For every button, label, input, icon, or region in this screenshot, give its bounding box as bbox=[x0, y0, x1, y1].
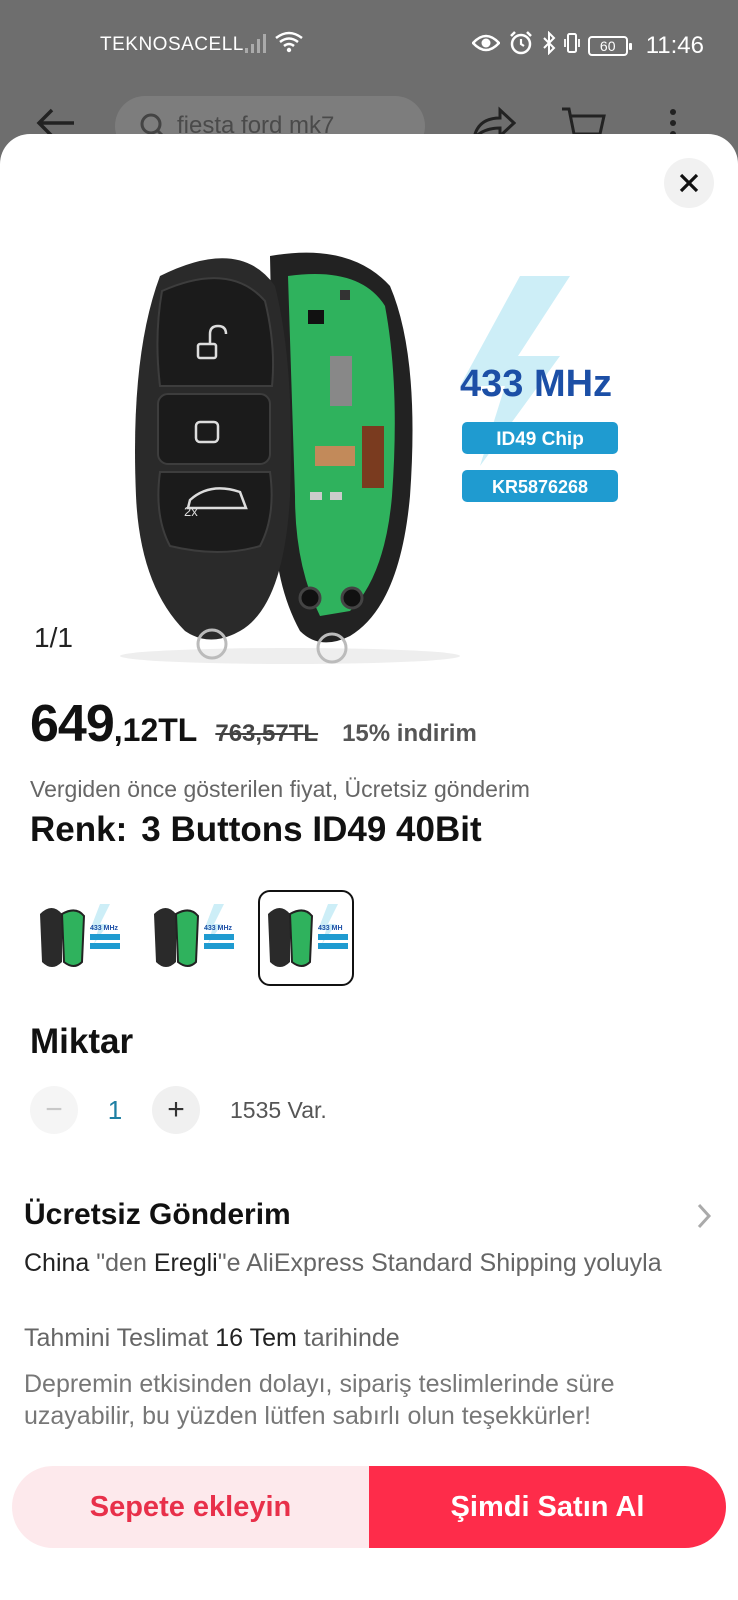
tax-note: Vergiden önce gösterilen fiyat, Ücretsiz… bbox=[30, 776, 530, 802]
battery-indicator: 60 bbox=[587, 36, 632, 56]
status-bar: TEKNOSACELL 60 11:46 bbox=[0, 0, 738, 92]
discount-badge: 15% indirim bbox=[342, 720, 477, 747]
eye-icon bbox=[471, 33, 501, 59]
clock: 11:46 bbox=[645, 32, 704, 59]
quantity-title: Miktar bbox=[30, 1022, 134, 1061]
price-decimal: ,12TL bbox=[113, 712, 198, 748]
close-icon bbox=[679, 173, 699, 193]
image-counter: 1/1 bbox=[34, 622, 73, 653]
action-bar: Sepete ekleyin Şimdi Satın Al bbox=[12, 1466, 726, 1548]
eta-date: 16 Tem bbox=[215, 1324, 297, 1352]
price-integer: 649 bbox=[30, 695, 115, 753]
signal-icon bbox=[244, 32, 270, 60]
wifi-icon bbox=[274, 30, 304, 60]
svg-text:433 MHz: 433 MHz bbox=[204, 925, 233, 932]
chevron-right-icon[interactable] bbox=[696, 1202, 712, 1235]
ship-to: Eregli bbox=[153, 1249, 218, 1277]
price-row: 649 ,12TL 763,57TL 15% indirim bbox=[30, 694, 477, 754]
alarm-icon bbox=[508, 30, 534, 62]
buy-now-button[interactable]: Şimdi Satın Al bbox=[369, 1466, 726, 1548]
color-value: 3 Buttons ID49 40Bit bbox=[141, 810, 482, 849]
quantity-stepper: − 1 + 1535 Var. bbox=[30, 1086, 327, 1134]
eta-suffix: tarihinde bbox=[296, 1324, 400, 1352]
svg-text:433 MHz: 433 MHz bbox=[90, 925, 119, 932]
ship-from: China bbox=[24, 1249, 90, 1277]
color-label: Renk: bbox=[30, 810, 128, 849]
frequency-label: 433 MHz bbox=[460, 363, 612, 405]
svg-text:433 MH: 433 MH bbox=[318, 925, 343, 932]
shipping-title[interactable]: Ücretsiz Gönderim bbox=[24, 1198, 291, 1232]
vibrate-icon bbox=[563, 31, 580, 61]
variant-thumbnails: 433 MHz 433 MHz 433 MH bbox=[30, 890, 354, 986]
model-label: KR5876268 bbox=[492, 477, 588, 497]
ship-route-mid: "den bbox=[89, 1249, 154, 1277]
stock-count: 1535 Var. bbox=[230, 1096, 327, 1123]
variant-thumbnail-selected[interactable]: 433 MH bbox=[258, 890, 354, 986]
status-bar-right: 60 11:46 bbox=[471, 30, 704, 62]
product-image: 2x 433 MHz ID49 Chip KR5876268 bbox=[120, 252, 618, 664]
bluetooth-icon bbox=[542, 30, 556, 61]
quantity-value[interactable]: 1 bbox=[78, 1095, 152, 1126]
original-price: 763,57TL bbox=[215, 720, 319, 747]
variant-thumbnail[interactable]: 433 MHz bbox=[30, 890, 126, 986]
shipping-notice: Depremin etkisinden dolayı, sipariş tesl… bbox=[24, 1370, 615, 1430]
close-button[interactable] bbox=[664, 158, 714, 208]
shipping-route: China "den Eregli"e AliExpress Standard … bbox=[24, 1248, 674, 1279]
delivery-estimate: Tahmini Teslimat 16 Tem tarihinde bbox=[24, 1324, 400, 1353]
eta-prefix: Tahmini Teslimat bbox=[24, 1324, 216, 1352]
sku-bottom-sheet: 2x 433 MHz ID49 Chip KR5876268 1/1 649 ,… bbox=[0, 134, 738, 1600]
chip-label: ID49 Chip bbox=[496, 429, 584, 450]
increase-quantity-button[interactable]: + bbox=[152, 1086, 200, 1134]
ship-route-end: "e AliExpress Standard Shipping yoluyla bbox=[217, 1249, 662, 1277]
carrier-name: TEKNOSACELL bbox=[100, 34, 244, 55]
add-to-cart-button[interactable]: Sepete ekleyin bbox=[12, 1466, 369, 1548]
variant-thumbnail[interactable]: 433 MHz bbox=[144, 890, 240, 986]
color-selection: Renk: 3 Buttons ID49 40Bit bbox=[30, 810, 482, 850]
svg-text:2x: 2x bbox=[184, 504, 198, 519]
decrease-quantity-button[interactable]: − bbox=[30, 1086, 78, 1134]
